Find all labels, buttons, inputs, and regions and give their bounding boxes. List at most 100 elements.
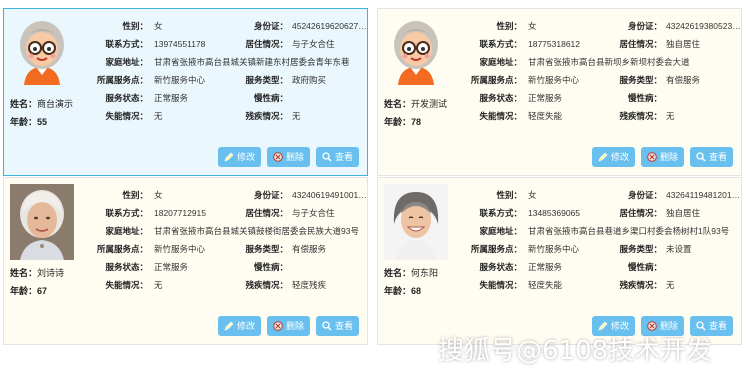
info-row: 家庭地址： 甘肃省张掖市高台县城关镇鼓楼街居委会民族大道93号 — [80, 222, 366, 240]
delete-label: 删除 — [659, 152, 678, 162]
id-card-value: 4324261938052​30... — [666, 21, 742, 31]
delete-button[interactable]: 删除 — [266, 147, 310, 167]
pencil-icon — [224, 152, 234, 162]
chronic-label: 慢性病： — [627, 93, 662, 103]
age-value: 78 — [411, 117, 422, 127]
info-row: 性别： 女 身份证： 432641194812010... — [454, 186, 742, 204]
living-value: 独自居住 — [666, 39, 701, 49]
card-actions: 修改 删除 查看 — [217, 147, 359, 167]
pencil-icon — [224, 321, 234, 331]
info-row: 所属服务点： 新竹服务中心 服务类型： 未设置 — [454, 240, 740, 258]
handicap-label: 残疾情况： — [245, 111, 288, 121]
edit-label: 修改 — [610, 152, 629, 162]
view-button[interactable]: 查看 — [689, 147, 733, 167]
delete-icon — [273, 152, 283, 162]
id-card-value: 432406194910010... — [292, 190, 368, 200]
age-label: 年龄： — [384, 117, 412, 127]
address-value: 甘肃省张掖市高台县城关镇鼓楼街居委会民族大道93号 — [154, 226, 359, 236]
elderly-age: 年龄：78 — [384, 115, 421, 128]
info-row: 家庭地址： 甘肃省张掖市高台县巷道乡渠口村委会杨树村1队93号 — [454, 222, 740, 240]
info-row: 性别： 女 身份证： 4324261938052​30... — [454, 17, 742, 35]
elderly-name: 姓名：何东阳 — [384, 266, 438, 279]
living-label: 居住情况： — [245, 208, 288, 218]
address-value: 甘肃省张掖市高台县新坝乡新坝村委会大道 — [528, 57, 690, 67]
age-label: 年龄： — [10, 117, 38, 127]
age-value: 55 — [37, 117, 48, 127]
name-label: 姓名： — [384, 268, 412, 278]
delete-button[interactable]: 删除 — [640, 147, 684, 167]
service-type-value: 未设置 — [666, 244, 692, 254]
disability-label: 失能情况： — [105, 280, 148, 290]
info-row: 服务状态： 正常服务 慢性病： — [80, 258, 366, 276]
service-point-label: 所属服务点： — [96, 244, 148, 254]
info-row: 失能情况： 无 残疾情况： 轻度残疾 — [80, 276, 366, 294]
disability-label: 失能情况： — [105, 111, 148, 121]
info-row: 性别： 女 身份证： 452426196206270... — [80, 17, 368, 35]
name-label: 姓名： — [384, 99, 412, 109]
address-label: 家庭地址： — [105, 226, 148, 236]
service-status-label: 服务状态： — [105, 262, 148, 272]
info-table: 性别： 女 身份证： 432641194812010... 联系方式： 1348… — [454, 186, 742, 294]
view-button[interactable]: 查看 — [315, 316, 359, 336]
card-actions: 修改 删除 查看 — [217, 316, 359, 336]
info-row: 联系方式： 18207712915 居住情况： 与子女合住 — [80, 204, 366, 222]
address-value: 甘肃省张掖市高台县巷道乡渠口村委会杨树村1队93号 — [528, 226, 730, 236]
age-label: 年龄： — [10, 286, 38, 296]
address-label: 家庭地址： — [479, 226, 522, 236]
service-status-label: 服务状态： — [479, 93, 522, 103]
service-status-label: 服务状态： — [479, 262, 522, 272]
info-table: 性别： 女 身份证： 4324261938052​30... 联系方式： 187… — [454, 17, 742, 125]
gender-label: 性别： — [496, 21, 522, 31]
service-type-label: 服务类型： — [619, 244, 662, 254]
elderly-card-grid: 姓名：商台演示 年龄：55 性别： 女 身份证： 452426196206270… — [0, 0, 746, 368]
elderly-name: 姓名：刘诗诗 — [10, 266, 64, 279]
service-type-label: 服务类型： — [245, 244, 288, 254]
handicap-label: 残疾情况： — [619, 280, 662, 290]
handicap-label: 残疾情况： — [619, 111, 662, 121]
cartoon-grandma-avatar — [10, 15, 74, 91]
gender-label: 性别： — [122, 21, 148, 31]
photo-smiling-woman-avatar — [384, 184, 448, 260]
handicap-value: 无 — [292, 111, 301, 121]
name-label: 姓名： — [10, 268, 38, 278]
info-row: 服务状态： 正常服务 慢性病： — [454, 89, 740, 107]
info-table: 性别： 女 身份证： 432406194910010... 联系方式： 1820… — [80, 186, 368, 294]
service-point-label: 所属服务点： — [470, 75, 522, 85]
service-type-label: 服务类型： — [619, 75, 662, 85]
elderly-card[interactable]: 姓名：商台演示 年龄：55 性别： 女 身份证： 452426196206270… — [3, 8, 368, 176]
name-value: 商台演示 — [37, 99, 74, 109]
info-row: 服务状态： 正常服务 慢性病： — [80, 89, 366, 107]
delete-button[interactable]: 删除 — [266, 316, 310, 336]
elderly-age: 年龄：67 — [10, 284, 47, 297]
living-label: 居住情况： — [245, 39, 288, 49]
address-value: 甘肃省张掖市高台县城关镇新建东村居委会青年东巷 — [154, 57, 350, 67]
elderly-age: 年龄：68 — [384, 284, 421, 297]
elderly-card[interactable]: 姓名：开发测试 年龄：78 性别： 女 身份证： 4324261938052​3… — [377, 8, 742, 176]
name-label: 姓名： — [10, 99, 38, 109]
info-table: 性别： 女 身份证： 452426196206270... 联系方式： 1397… — [80, 17, 368, 125]
name-value: 刘诗诗 — [37, 268, 65, 278]
info-row: 家庭地址： 甘肃省张掖市高台县新坝乡新坝村委会大道 — [454, 53, 740, 71]
info-row: 联系方式： 18775318612 居住情况： 独自居住 — [454, 35, 740, 53]
gender-label: 性别： — [496, 190, 522, 200]
contact-label: 联系方式： — [105, 39, 148, 49]
edit-button[interactable]: 修改 — [591, 147, 635, 167]
edit-label: 修改 — [236, 321, 255, 331]
delete-icon — [273, 321, 283, 331]
edit-button[interactable]: 修改 — [217, 147, 261, 167]
address-label: 家庭地址： — [479, 57, 522, 67]
view-label: 查看 — [708, 152, 727, 162]
elderly-card[interactable]: 姓名：何东阳 年龄：68 性别： 女 身份证： 432641194812010.… — [377, 177, 742, 345]
cartoon-grandma-avatar — [384, 15, 448, 91]
info-row: 联系方式： 13485369065 居住情况： 独自居住 — [454, 204, 740, 222]
handicap-value: 无 — [666, 111, 675, 121]
search-icon — [322, 152, 332, 162]
handicap-value: 无 — [666, 280, 675, 290]
chronic-label: 慢性病： — [627, 262, 662, 272]
view-button[interactable]: 查看 — [315, 147, 359, 167]
id-card-label: 身份证： — [253, 21, 288, 31]
elderly-card[interactable]: 姓名：刘诗诗 年龄：67 性别： 女 身份证： 432406194910010.… — [3, 177, 368, 345]
edit-button[interactable]: 修改 — [217, 316, 261, 336]
age-label: 年龄： — [384, 286, 412, 296]
card-actions: 修改 删除 查看 — [591, 147, 733, 167]
